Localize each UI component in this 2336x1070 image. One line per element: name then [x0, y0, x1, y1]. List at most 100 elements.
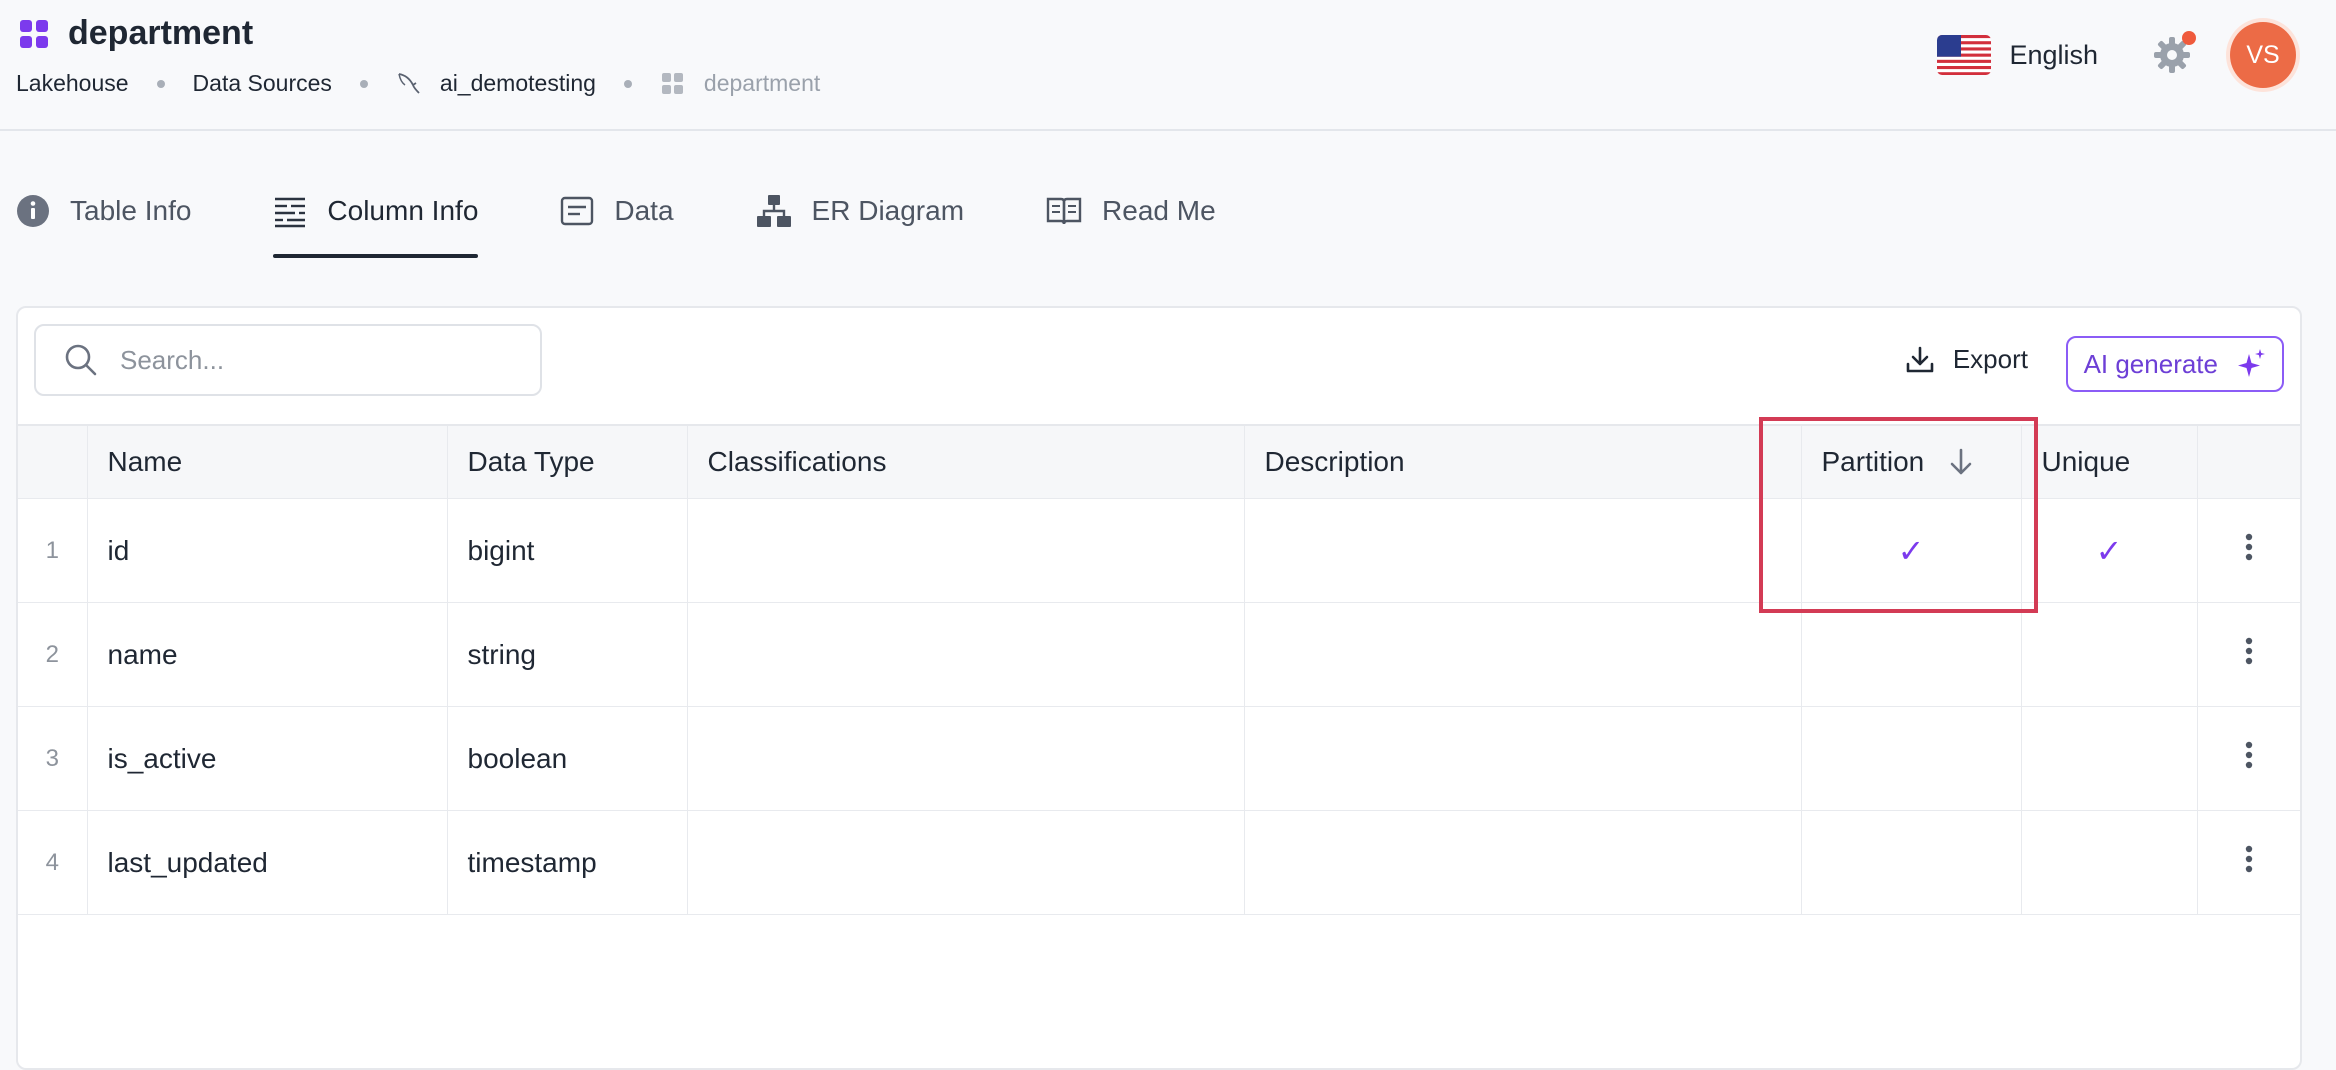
tab-bar: Table Info Column Info Data ER Diagram R… — [16, 176, 1298, 258]
cell-classifications[interactable] — [686, 810, 1245, 915]
row-number: 4 — [18, 810, 88, 915]
row-number: 2 — [18, 602, 88, 707]
page-title: department — [68, 14, 254, 52]
data-icon — [561, 196, 594, 226]
language-selector[interactable]: English — [1937, 35, 2098, 75]
cell-unique-check — [2020, 706, 2198, 811]
row-menu-button[interactable] — [2196, 602, 2300, 707]
search-input[interactable] — [118, 343, 502, 377]
header-partition-label: Partition — [1821, 446, 1925, 477]
row-menu-button[interactable] — [2196, 498, 2300, 603]
table-row[interactable]: 2 name string — [18, 602, 2300, 707]
header-partition[interactable]: Partition — [1800, 424, 2022, 499]
tab-label: Table Info — [70, 195, 192, 226]
cell-unique-check — [2020, 810, 2198, 915]
cell-name: last_updated — [86, 810, 448, 915]
info-icon — [17, 195, 49, 227]
cell-data-type: bigint — [446, 498, 688, 603]
language-label: English — [2009, 39, 2098, 70]
sort-down-icon[interactable] — [1948, 448, 1974, 476]
kebab-icon — [2245, 845, 2252, 873]
header-classifications[interactable]: Classifications — [686, 424, 1245, 499]
us-flag-icon — [1937, 35, 1992, 75]
settings-button[interactable] — [2150, 31, 2196, 77]
tab-table-info[interactable]: Table Info — [16, 176, 191, 246]
tab-column-info[interactable]: Column Info — [273, 176, 479, 258]
header-actions — [2196, 424, 2300, 499]
table-icon — [20, 19, 48, 48]
cell-partition-check: ✓ — [1800, 498, 2022, 603]
search-box — [34, 324, 542, 396]
cell-partition-check — [1800, 810, 2022, 915]
cell-description[interactable] — [1243, 706, 1802, 811]
avatar[interactable]: VS — [2230, 22, 2296, 88]
export-label: Export — [1952, 344, 2028, 374]
tab-label: Read Me — [1102, 195, 1216, 226]
tab-label: Data — [614, 195, 674, 226]
header-tools: English VS — [1937, 22, 2296, 88]
sparkle-icon — [2238, 349, 2265, 377]
columns-table: Name Data Type Classifications Descripti… — [18, 424, 2300, 915]
download-icon — [1906, 346, 1934, 372]
cell-description[interactable] — [1243, 602, 1802, 707]
top-bar: department Lakehouse Data Sources ai_dem… — [0, 0, 2336, 131]
tab-read-me[interactable]: Read Me — [1046, 176, 1216, 246]
breadcrumb-current-label: department — [703, 70, 821, 96]
row-number: 3 — [18, 706, 88, 811]
book-icon — [1046, 197, 1082, 225]
ai-generate-label: AI generate — [2083, 348, 2218, 379]
cell-classifications[interactable] — [686, 706, 1245, 811]
search-icon — [65, 344, 97, 376]
cell-name: is_active — [86, 706, 448, 811]
diagram-icon — [756, 195, 791, 227]
row-menu-button[interactable] — [2196, 810, 2300, 915]
tab-er-diagram[interactable]: ER Diagram — [756, 176, 964, 246]
breadcrumb-datasource[interactable]: ai_demotesting — [396, 70, 596, 97]
table-row[interactable]: 3 is_active boolean — [18, 706, 2300, 811]
row-menu-button[interactable] — [2196, 706, 2300, 811]
export-button[interactable]: Export — [1905, 344, 2028, 375]
table-header-row: Name Data Type Classifications Descripti… — [18, 424, 2300, 499]
table-row[interactable]: 4 last_updated timestamp — [18, 810, 2300, 915]
cell-name: name — [86, 602, 448, 707]
cell-name: id — [86, 498, 448, 603]
cell-unique-check: ✓ — [2020, 498, 2198, 603]
cell-partition-check — [1800, 602, 2022, 707]
header-rownum — [18, 424, 88, 499]
ai-generate-button[interactable]: AI generate — [2065, 336, 2284, 392]
cell-classifications[interactable] — [686, 602, 1245, 707]
mysql-dolphin-icon — [398, 72, 420, 94]
header-description[interactable]: Description — [1243, 424, 1802, 499]
tab-label: Column Info — [327, 195, 479, 226]
column-info-panel: Export AI generate Name Data Type Classi… — [16, 306, 2302, 1070]
cell-data-type: timestamp — [446, 810, 688, 915]
table-icon — [661, 72, 683, 94]
tab-data[interactable]: Data — [560, 176, 674, 246]
breadcrumb-lakehouse[interactable]: Lakehouse — [16, 70, 129, 97]
header-data-type[interactable]: Data Type — [446, 424, 688, 499]
columns-icon — [275, 197, 306, 228]
cell-unique-check — [2020, 602, 2198, 707]
kebab-icon — [2245, 533, 2252, 561]
kebab-icon — [2245, 637, 2252, 665]
header-name[interactable]: Name — [86, 424, 448, 499]
cell-description[interactable] — [1243, 498, 1802, 603]
kebab-icon — [2245, 741, 2252, 769]
cell-data-type: string — [446, 602, 688, 707]
title-row: department — [18, 14, 253, 53]
header-unique[interactable]: Unique — [2020, 424, 2198, 499]
table-row[interactable]: 1 id bigint ✓ ✓ — [18, 498, 2300, 603]
breadcrumb-separator — [156, 79, 165, 88]
breadcrumb: Lakehouse Data Sources ai_demotesting de… — [16, 70, 820, 97]
notification-dot — [2182, 31, 2196, 45]
cell-classifications[interactable] — [686, 498, 1245, 603]
breadcrumb-data-sources[interactable]: Data Sources — [193, 70, 332, 97]
row-number: 1 — [18, 498, 88, 603]
breadcrumb-separator — [623, 79, 632, 88]
cell-data-type: boolean — [446, 706, 688, 811]
cell-partition-check — [1800, 706, 2022, 811]
tab-label: ER Diagram — [811, 195, 965, 226]
cell-description[interactable] — [1243, 810, 1802, 915]
breadcrumb-separator — [359, 79, 368, 88]
breadcrumb-datasource-label: ai_demotesting — [439, 70, 596, 96]
